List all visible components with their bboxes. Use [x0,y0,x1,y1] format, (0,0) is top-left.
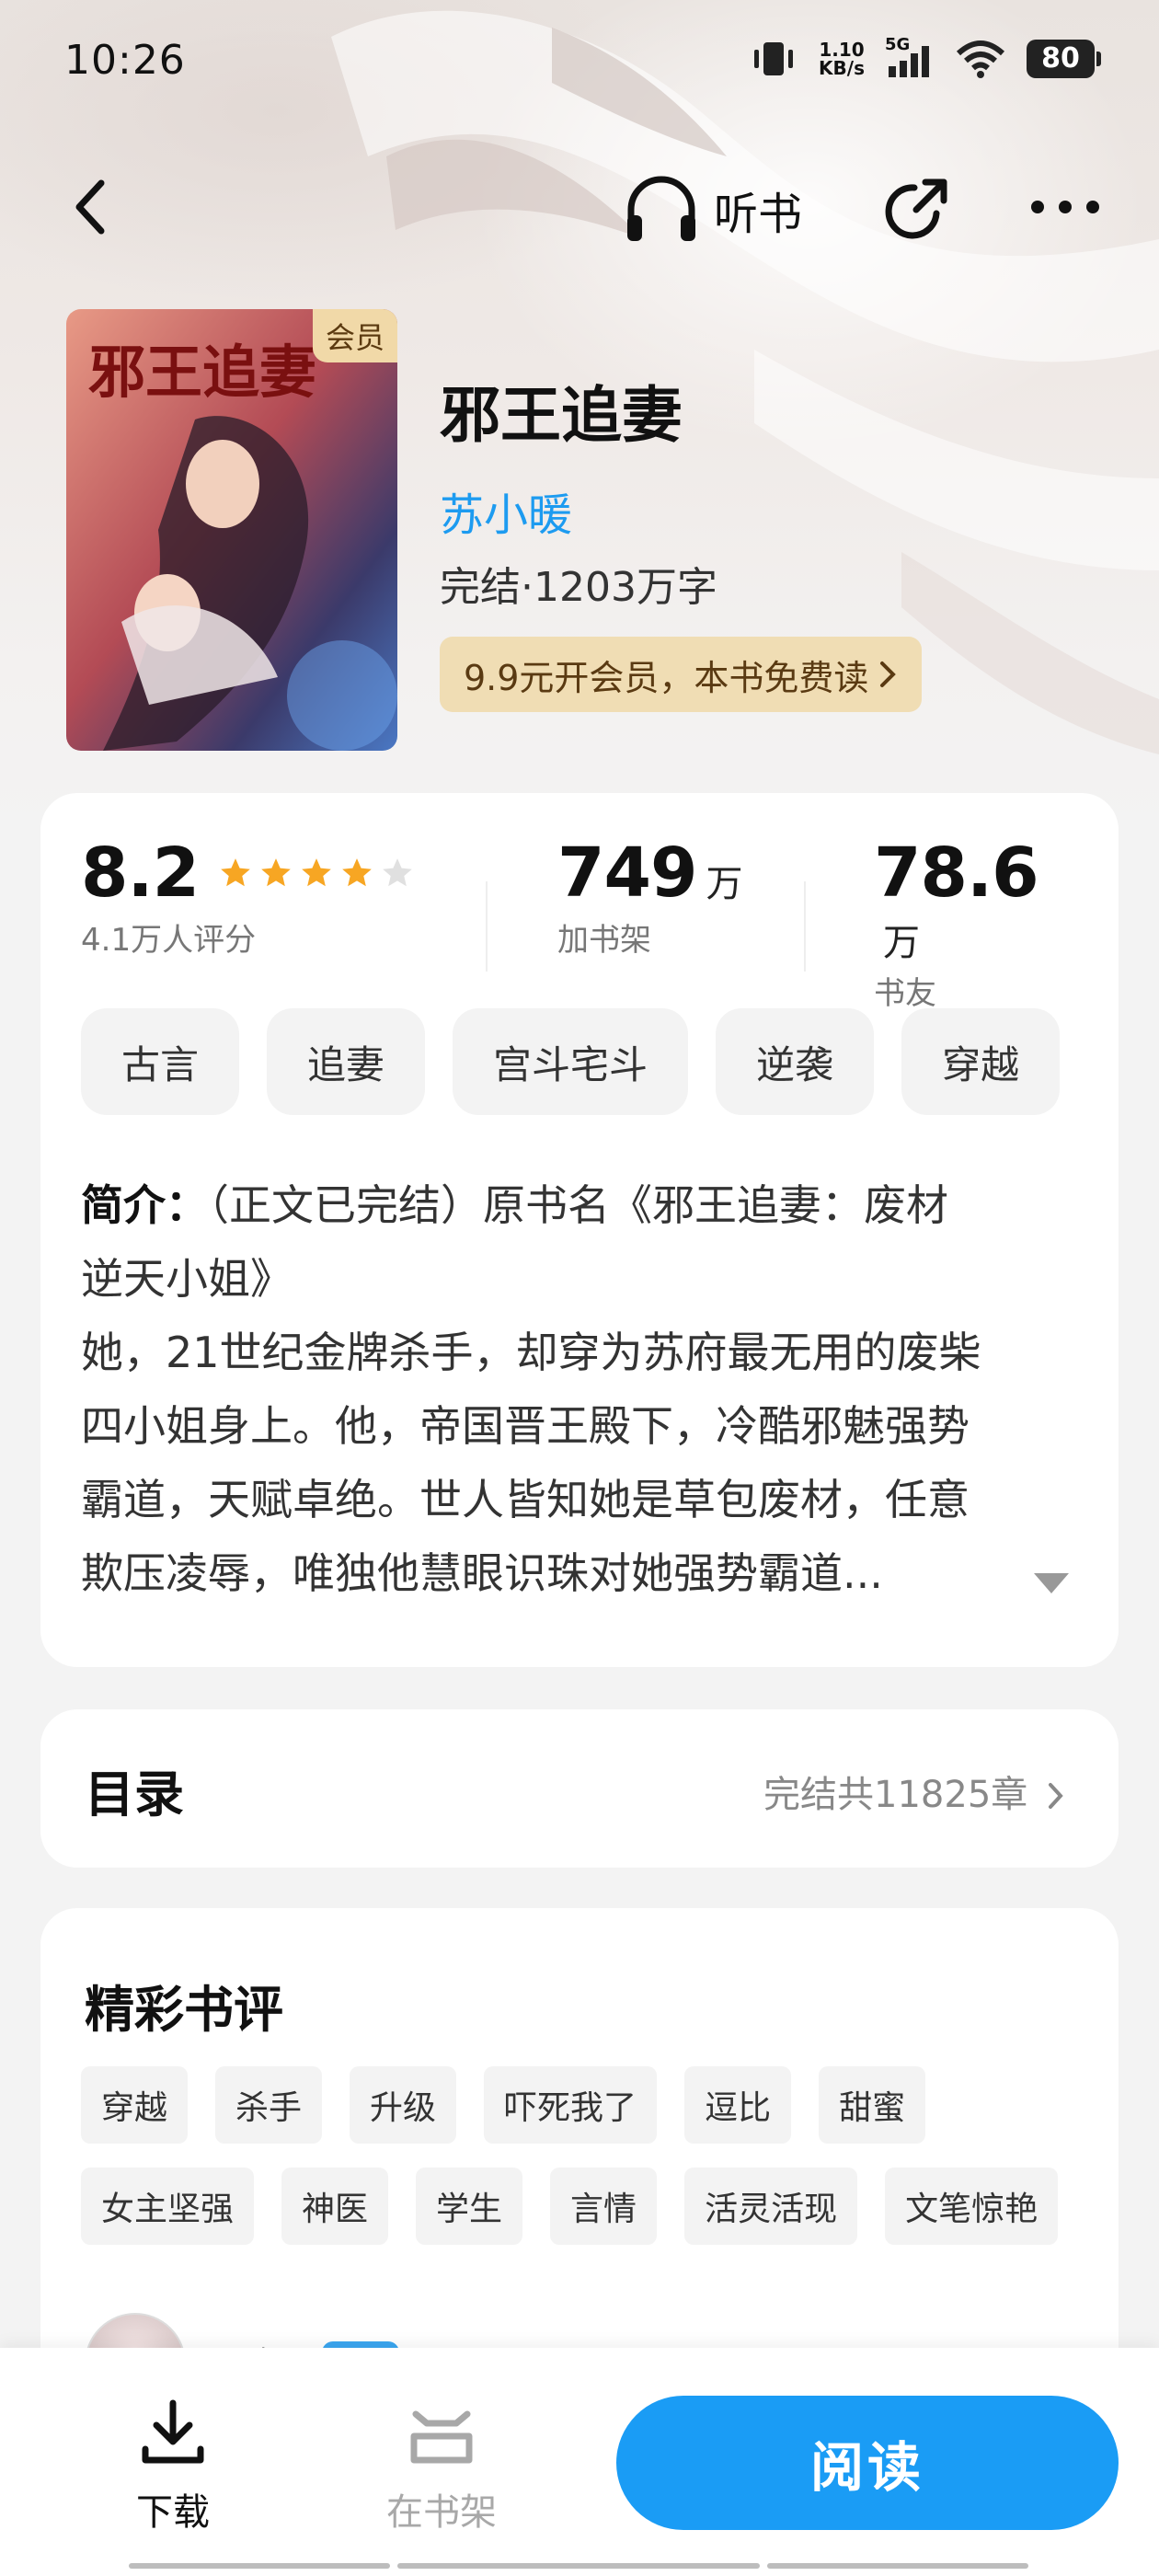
book-title: 邪王追妻 [440,380,683,451]
listen-button[interactable]: 听书 [622,173,802,247]
star-empty-icon [383,858,413,887]
intro-line: 逆天小姐》 [81,1254,293,1304]
stats-divider [486,881,488,972]
genre-tags: 古言 追妻 宫斗宅斗 逆袭 穿越 [81,1008,1061,1115]
net-speed: 1.10 KB/s [819,40,865,77]
chevron-right-icon [880,661,897,687]
intro-line: （正文已完结）原书名《邪王追妻：废材 [208,1180,948,1230]
share-icon [885,178,947,239]
rating-value: 8.2 [81,834,200,913]
toc-title: 目录 [85,1765,184,1823]
intro-line: 四小姐身上。他，帝国晋王殿下，冷酷邪魅强势 [81,1401,970,1451]
wifi-icon [956,40,1005,78]
stats-row: 8.2 4.1万人评分 749 万 加书架 78.6万 书友 [81,834,1078,1012]
reviews-title: 精彩书评 [85,1981,283,2039]
review-tag[interactable]: 逗比 [684,2066,792,2144]
review-tag[interactable]: 学生 [416,2168,523,2245]
fans-unit: 万 [883,922,920,964]
book-cover[interactable]: 邪王追妻 会员 [66,309,397,751]
star-filled-icon [221,858,251,887]
genre-tag[interactable]: 逆袭 [716,1008,875,1115]
review-tag[interactable]: 活灵活现 [684,2168,858,2245]
intro-line: 她，21世纪金牌杀手，却穿为苏府最无用的废柴 [81,1328,981,1377]
star-filled-icon [302,858,332,887]
net-speed-unit: KB/s [819,57,865,79]
status-time: 10:26 [64,37,186,84]
review-tag[interactable]: 杀手 [215,2066,323,2144]
bottom-action-bar: 下载 在书架 阅读 [0,2348,1159,2576]
status-bar: 10:26 1.10 KB/s 5G 80 [0,0,1159,120]
review-tag[interactable]: 穿越 [81,2066,189,2144]
review-tag[interactable]: 文笔惊艳 [885,2168,1059,2245]
vip-promo-label: 9.9元开会员，本书免费读 [464,657,869,698]
book-meta: 完结·1203万字 [440,564,717,611]
vip-promo-button[interactable]: 9.9元开会员，本书免费读 [440,637,923,712]
expand-down-icon[interactable] [1032,1571,1071,1595]
review-tag[interactable]: 言情 [550,2168,658,2245]
vip-tag: 会员 [312,309,397,362]
review-tag[interactable]: 女主坚强 [81,2168,255,2245]
download-label: 下载 [136,2491,210,2534]
share-button[interactable] [879,173,953,247]
review-tags-row: 女主坚强 神医 学生 言情 活灵活现 文笔惊艳 [81,2168,1093,2245]
fans-number: 78.6 [874,834,1039,913]
cover-logo-text: 邪王追妻 [88,339,317,406]
shelf-label: 加书架 [557,922,651,959]
star-filled-icon [261,858,292,887]
home-indicator-segment [767,2563,1028,2569]
back-button[interactable] [64,170,120,244]
review-tag[interactable]: 吓死我了 [484,2066,658,2144]
book-info-card: 8.2 4.1万人评分 749 万 加书架 78.6万 书友 古言 追妻 宫斗宅… [40,793,1119,1667]
stats-divider [804,881,806,972]
review-tag[interactable]: 甜蜜 [819,2066,926,2144]
fans-stat[interactable]: 78.6 万 书友 [874,834,1078,1013]
download-icon [142,2399,204,2464]
genre-tag[interactable]: 穿越 [901,1008,1061,1115]
chevron-right-icon [1049,1783,1063,1809]
review-tag[interactable]: 神医 [281,2168,389,2245]
network-type: 5G [885,35,911,54]
listen-label: 听书 [714,189,803,240]
genre-tag[interactable]: 古言 [81,1008,240,1115]
headphones-icon [627,176,695,241]
home-indicator-segment [397,2563,760,2569]
review-tag[interactable]: 升级 [350,2066,457,2144]
on-shelf-label: 在书架 [386,2491,497,2534]
on-shelf-button[interactable]: 在书架 [368,2396,515,2536]
toc-info: 完结共11825章 [763,1765,1065,1818]
more-dots-icon [1031,201,1099,213]
bookshelf-icon [410,2410,473,2464]
download-button[interactable]: 下载 [99,2396,247,2536]
toc-chapter-count: 完结共11825章 [763,1774,1028,1816]
book-intro[interactable]: 简介：（正文已完结）原书名《邪王追妻：废材 逆天小姐》 她，21世纪金牌杀手，却… [81,1168,1078,1610]
signal-indicator: 5G [885,35,935,79]
star-filled-icon [342,858,373,887]
review-tags-row: 穿越 杀手 升级 吓死我了 逗比 甜蜜 [81,2066,1093,2144]
vibrate-icon [754,42,794,75]
net-speed-value: 1.10 [819,39,865,61]
intro-label: 简介： [81,1180,208,1230]
battery-indicator: 80 [1027,40,1101,78]
read-button[interactable]: 阅读 [616,2396,1119,2530]
rating-count: 4.1万人评分 [81,922,257,959]
shelf-stat: 749 万 加书架 [557,834,742,960]
more-button[interactable] [1027,184,1104,230]
rating-stat[interactable]: 8.2 4.1万人评分 [81,834,415,960]
shelf-unit: 万 [706,863,743,905]
intro-line: 欺压凌辱，唯独他慧眼识珠对她强势霸道... [81,1548,883,1598]
toc-card[interactable]: 目录 完结共11825章 [40,1709,1119,1868]
rating-stars [218,856,415,891]
fans-label: 书友 [874,975,936,1012]
intro-line: 霸道，天赋卓绝。世人皆知她是草包废材，任意 [81,1475,970,1524]
shelf-number: 749 [557,834,697,913]
home-indicator-segment [129,2563,390,2569]
author-link[interactable]: 苏小暖 [440,478,572,543]
genre-tag[interactable]: 宫斗宅斗 [453,1008,689,1115]
genre-tag[interactable]: 追妻 [267,1008,426,1115]
chevron-left-icon [75,179,105,235]
status-icons: 1.10 KB/s 5G 80 [749,35,1101,79]
